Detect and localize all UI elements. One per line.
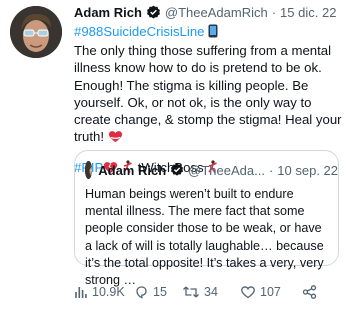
quote-author-handle: @TheeAda... bbox=[188, 162, 265, 178]
tweet-body-text: The only thing those suffering from a me… bbox=[74, 43, 342, 145]
reply-count: 15 bbox=[153, 285, 167, 299]
header-separator: · bbox=[271, 4, 277, 20]
retweet-count: 34 bbox=[204, 285, 218, 299]
reply-icon bbox=[136, 286, 147, 299]
author-handle[interactable]: @TheeAdamRich bbox=[165, 5, 268, 20]
tweet[interactable]: Adam Rich @TheeAdamRich · 15 dic. 22 #98… bbox=[0, 0, 350, 311]
tweet-date[interactable]: 15 dic. 22 bbox=[280, 5, 336, 20]
quote-avatar[interactable] bbox=[85, 161, 93, 179]
quote-date: 10 sep. 22 bbox=[277, 162, 338, 178]
hashtag-link[interactable]: #988SuicideCrisisLine bbox=[74, 24, 204, 39]
verified-icon bbox=[170, 163, 184, 177]
phone-emoji bbox=[208, 24, 218, 42]
like-button[interactable]: 107 bbox=[240, 285, 302, 299]
avatar-photo bbox=[10, 6, 62, 58]
like-count: 107 bbox=[260, 285, 281, 299]
share-button[interactable] bbox=[302, 285, 321, 299]
verified-icon bbox=[146, 5, 161, 20]
retweet-button[interactable]: 34 bbox=[182, 285, 240, 299]
action-bar: 10.9K 15 34 107 bbox=[74, 285, 334, 299]
views-button[interactable]: 10.9K bbox=[74, 285, 134, 299]
quote-separator: · bbox=[268, 162, 274, 178]
views-count: 10.9K bbox=[92, 285, 125, 299]
quoted-tweet[interactable]: Adam Rich @TheeAda... · 10 sep. 22 Human… bbox=[74, 150, 339, 287]
author-name[interactable]: Adam Rich bbox=[74, 5, 142, 20]
retweet-icon bbox=[183, 286, 199, 298]
reply-button[interactable]: 15 bbox=[134, 285, 182, 299]
tweet-header: Adam Rich @TheeAdamRich · 15 dic. 22 bbox=[74, 2, 342, 22]
share-icon bbox=[302, 285, 317, 299]
quote-header: Adam Rich @TheeAda... · 10 sep. 22 bbox=[85, 160, 338, 180]
quote-author-name[interactable]: Adam Rich bbox=[98, 163, 166, 178]
author-avatar[interactable] bbox=[10, 6, 62, 58]
avatar-photo bbox=[85, 161, 93, 179]
quote-text: Human beings weren’t built to endure men… bbox=[85, 187, 324, 288]
views-icon bbox=[75, 287, 87, 298]
like-icon bbox=[241, 286, 255, 299]
heart-emoji bbox=[108, 130, 123, 147]
